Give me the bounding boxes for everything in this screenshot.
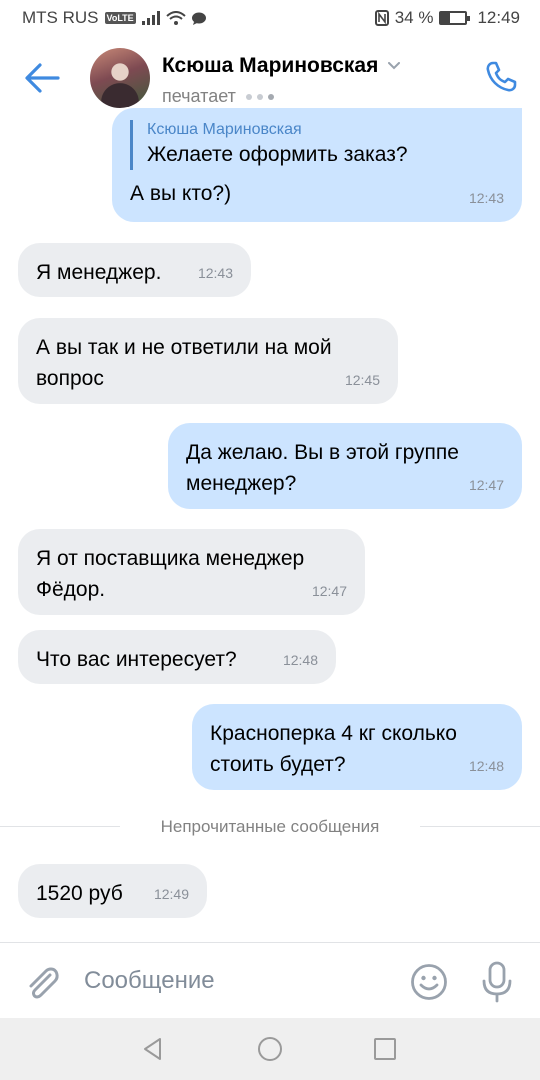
message-input[interactable]	[84, 959, 384, 1003]
reply-author: Ксюша Мариновская	[147, 121, 302, 138]
message-text: Я менеджер.	[36, 261, 162, 284]
unread-label: Непрочитанные сообщения	[144, 817, 396, 837]
status-right: 34 % 12:49	[374, 8, 520, 28]
message-bubble-incoming[interactable]: 1520 руб 12:49	[18, 864, 207, 918]
message-time: 12:48	[282, 652, 318, 668]
nav-recent-icon[interactable]	[373, 1037, 397, 1061]
status-left: MTS RUS VoLTE	[22, 8, 206, 28]
nfc-icon	[374, 10, 389, 26]
unread-divider: Непрочитанные сообщения	[0, 812, 540, 842]
battery-percent: 34 %	[394, 8, 434, 27]
paperclip-icon[interactable]	[24, 963, 60, 1003]
message-time: 12:43	[197, 265, 233, 281]
message-text: Я от поставщика менеджер Фёдор.	[36, 547, 305, 601]
chevron-down-icon	[388, 62, 401, 70]
divider-line	[420, 826, 540, 827]
reply-quote[interactable]: Ксюша Мариновская Желаете оформить заказ…	[130, 120, 504, 170]
message-text: Что вас интересует?	[36, 648, 237, 671]
message-bubble-incoming[interactable]: Я менеджер. 12:43	[18, 243, 251, 297]
message-time: 12:49	[153, 886, 189, 902]
signal-icon	[141, 11, 160, 25]
typing-dots-icon	[245, 93, 274, 100]
message-bubble-outgoing[interactable]: Ксюша Мариновская Желаете оформить заказ…	[112, 108, 522, 222]
carrier-label: MTS RUS	[22, 8, 99, 27]
message-bubble-outgoing[interactable]: Да желаю. Вы в этой группе менеджер? 12:…	[168, 423, 522, 509]
message-text: А вы кто?)	[130, 182, 232, 205]
avatar[interactable]	[90, 48, 150, 108]
divider-line	[0, 826, 120, 827]
arrow-left-icon[interactable]	[24, 62, 60, 94]
message-time: 12:47	[311, 583, 347, 599]
microphone-icon[interactable]	[480, 961, 514, 1003]
contact-name: Ксюша Мариновская	[162, 54, 379, 77]
typing-status: печатает	[162, 86, 274, 107]
message-time: 12:43	[468, 190, 504, 206]
message-bubble-incoming[interactable]: Что вас интересует? 12:48	[18, 630, 336, 684]
smile-icon[interactable]	[410, 963, 448, 1001]
message-text: Да желаю. Вы в этой группе менеджер?	[186, 441, 459, 495]
message-time: 12:47	[468, 477, 504, 493]
wifi-icon	[166, 11, 186, 25]
message-bubble-incoming[interactable]: А вы так и не ответили на мой вопрос 12:…	[18, 318, 398, 404]
message-time: 12:45	[344, 372, 380, 388]
message-text: 1520 руб	[36, 882, 123, 905]
message-bubble-incoming[interactable]: Я от поставщика менеджер Фёдор. 12:47	[18, 529, 365, 615]
volte-badge: VoLTE	[104, 12, 136, 24]
battery-level	[441, 13, 450, 23]
status-bar: MTS RUS VoLTE 34 % 12:49	[0, 0, 540, 36]
nav-home-icon[interactable]	[257, 1036, 283, 1062]
status-time: 12:49	[477, 8, 520, 27]
phone-icon[interactable]	[484, 60, 518, 94]
battery-icon	[439, 11, 471, 25]
chat-title[interactable]: Ксюша Мариновская	[162, 54, 401, 78]
message-text: А вы так и не ответили на мой вопрос	[36, 336, 332, 390]
nav-back-icon[interactable]	[140, 1036, 166, 1062]
message-time: 12:48	[468, 758, 504, 774]
system-nav-bar	[0, 1018, 540, 1080]
message-bubble-outgoing[interactable]: Красноперка 4 кг сколько стоить будет? 1…	[192, 704, 522, 790]
chat-notification-icon	[191, 12, 206, 25]
message-text: Красноперка 4 кг сколько стоить будет?	[210, 722, 457, 776]
typing-label: печатает	[162, 86, 236, 106]
reply-text: Желаете оформить заказ?	[147, 143, 408, 166]
message-composer	[0, 942, 540, 1018]
